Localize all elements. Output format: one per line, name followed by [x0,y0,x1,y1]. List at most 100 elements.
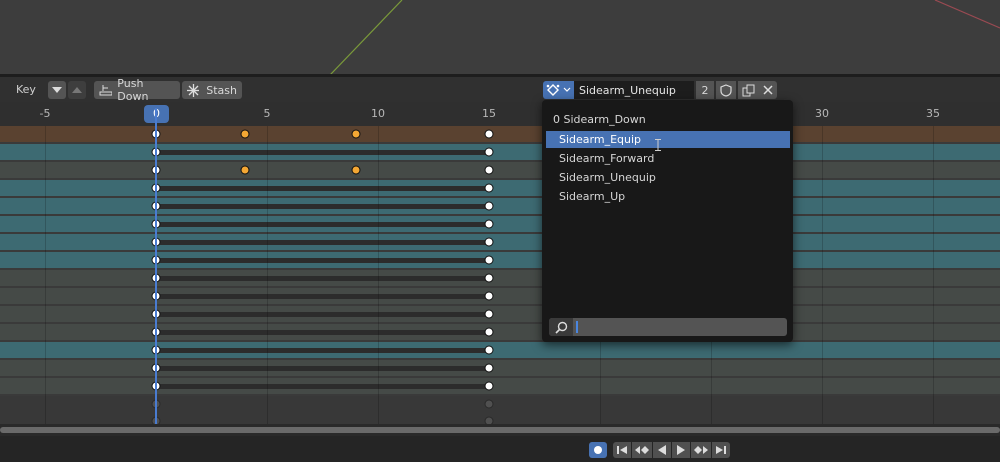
text-caret [576,321,578,333]
channel-row [0,324,1000,340]
keyframe[interactable] [484,381,494,391]
keyframe[interactable] [484,309,494,319]
dropdown-item[interactable]: Sidearm_Forward [546,150,790,167]
ruler-tick: 15 [482,107,496,120]
dopesheet-channels[interactable] [0,126,1000,424]
keyframe[interactable] [484,147,494,157]
keyframe[interactable] [484,129,494,139]
key-hold-bar [156,186,489,191]
record-icon [594,446,602,454]
stash-button[interactable]: Stash [182,81,242,99]
chevron-down-icon [563,87,571,92]
action-browse-button[interactable] [543,81,574,99]
jump-end-button[interactable] [712,442,730,458]
channel-row [0,270,1000,286]
key-hold-bar [156,222,489,227]
move-up-button[interactable] [68,81,86,99]
play-icon [677,445,685,455]
action-search-input[interactable] [549,318,787,336]
user-count: 2 [696,81,714,99]
keyframe[interactable] [484,201,494,211]
keyframe[interactable] [484,291,494,301]
dropdown-item[interactable]: Sidearm_Up [546,188,790,205]
3d-viewport[interactable] [0,0,1000,75]
keyframe[interactable] [484,345,494,355]
channel-row [0,198,1000,214]
key-hold-bar [156,204,489,209]
key-hold-bar [156,258,489,263]
search-icon-box [549,318,573,336]
dropdown-item[interactable]: Sidearm_Unequip [546,169,790,186]
up-arrow-icon [72,87,82,93]
duplicate-action-button[interactable] [738,81,758,99]
keyframe-selected[interactable] [240,165,250,175]
keyframe[interactable] [484,219,494,229]
channel-row [0,234,1000,250]
frame-gridline [267,126,268,424]
prev-keyframe-button[interactable] [632,442,652,458]
frame-gridline [822,126,823,424]
channel-row [0,144,1000,160]
dropdown-item[interactable]: Sidearm_Equip [546,131,790,148]
stash-label: Stash [206,83,237,97]
play-button[interactable] [672,442,690,458]
timeline-footer [0,436,1000,462]
dropdown-current-action: 0 Sidearm_Down [553,113,646,126]
channel-row [0,252,1000,268]
frame-ruler[interactable]: -5 5 10 15 20 30 35 0 [0,102,1000,126]
prev-keyframe-icon [635,446,649,454]
push-down-button[interactable]: Push Down [94,77,180,103]
unlink-action-button[interactable] [758,81,777,99]
key-hold-bar [156,366,489,371]
keyframe[interactable] [484,273,494,283]
channel-row-summary [0,126,1000,142]
frame-gridline [45,126,46,424]
key-hold-bar [156,150,489,155]
auto-key-button[interactable] [589,442,607,458]
dropdown-arrow-icon [52,87,62,93]
viewport-axis-lines [329,0,1000,75]
keyframe[interactable] [484,363,494,373]
channel-row [0,342,1000,358]
keyframe-inactive [484,399,494,409]
key-hold-bar [156,240,489,245]
key-hold-bar [156,312,489,317]
fake-user-button[interactable] [716,81,736,99]
playhead[interactable] [155,108,157,424]
keyframe[interactable] [484,165,494,175]
key-hold-bar [156,276,489,281]
ruler-tick: 35 [926,107,940,120]
keyframe[interactable] [484,327,494,337]
frame-gridline [378,126,379,424]
keyframe-selected[interactable] [351,129,361,139]
keyframe[interactable] [484,255,494,265]
keyframe-selected[interactable] [351,165,361,175]
channel-row [0,360,1000,376]
action-search-dropdown: 0 Sidearm_Down Sidearm_Equip Sidearm_For… [542,100,793,342]
key-hold-bar [156,384,489,389]
push-down-icon [99,85,113,96]
keyframe[interactable] [484,183,494,193]
key-hold-bar [156,330,489,335]
keyframe-selected[interactable] [240,129,250,139]
next-keyframe-button[interactable] [691,442,711,458]
horizontal-scrollbar[interactable] [0,424,1000,436]
next-keyframe-icon [694,446,708,454]
jump-start-button[interactable] [613,442,631,458]
jump-end-icon [716,446,726,454]
channel-row [0,180,1000,196]
key-menu[interactable]: Key [16,83,36,96]
ruler-tick: 10 [371,107,385,120]
channel-row [0,216,1000,232]
move-down-button[interactable] [48,81,66,99]
push-down-label: Push Down [117,77,149,103]
scrollbar-thumb[interactable] [0,427,1000,433]
keyframe-inactive [484,416,494,424]
channel-row [0,306,1000,322]
key-hold-bar [156,294,489,299]
duplicate-icon [742,84,754,96]
keyframe[interactable] [484,237,494,247]
play-reverse-button[interactable] [653,442,671,458]
action-name-field[interactable]: Sidearm_Unequip [574,81,694,99]
ruler-tick: -5 [39,107,51,120]
